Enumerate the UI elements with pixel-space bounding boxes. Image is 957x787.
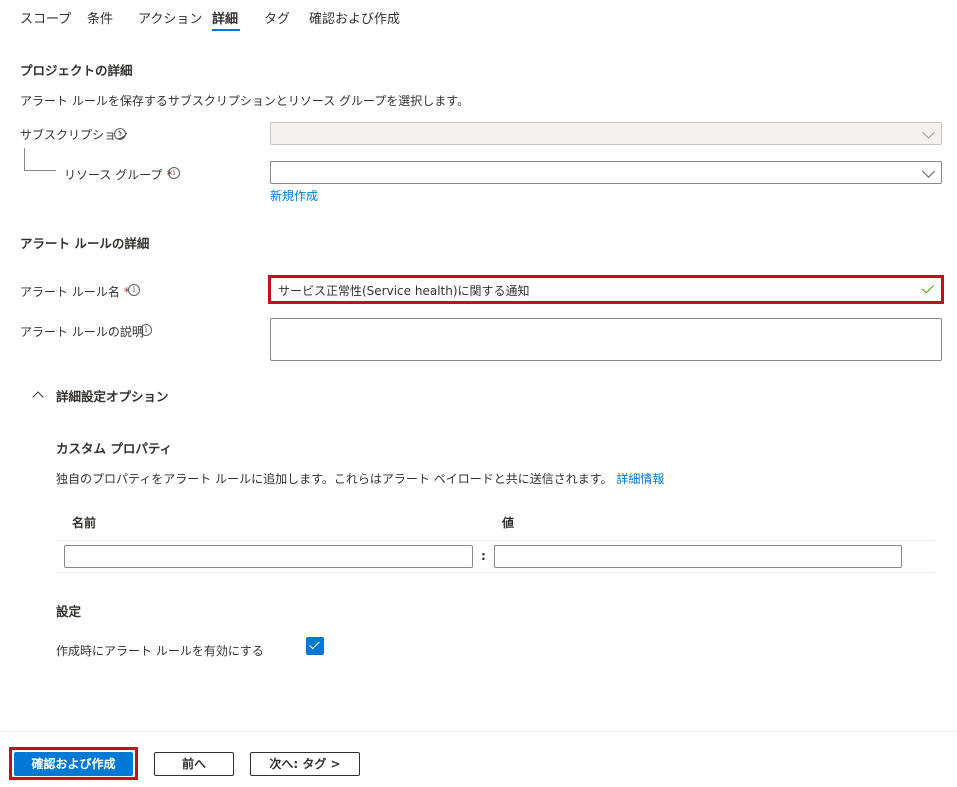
tab-review-create[interactable]: 確認および作成 [309,8,400,27]
alert-rule-name-input[interactable]: サービス正常性(Service health)に関する通知 [273,280,939,299]
resource-group-info-icon[interactable]: i [168,167,180,179]
valid-check-icon [921,281,935,294]
tree-connector-horizontal [24,170,56,171]
advanced-options-toggle[interactable]: 詳細設定オプション [56,386,169,405]
create-new-resource-group-link[interactable]: 新規作成 [270,187,318,204]
custom-property-name-input[interactable] [64,545,473,568]
resource-group-label: リソース グループ * [64,168,173,182]
tab-condition[interactable]: 条件 [87,8,113,27]
tab-actions[interactable]: アクション [138,8,202,27]
subscription-label: サブスクリプション [20,128,129,142]
subscription-info-icon[interactable]: i [114,128,126,140]
table-divider [56,540,935,541]
enable-on-creation-checkbox[interactable] [306,637,324,655]
enable-on-creation-label: 作成時にアラート ルールを有効にする [56,644,264,658]
custom-properties-title: カスタム プロパティ [56,441,173,456]
next-tags-button[interactable]: 次へ: タグ > [250,752,360,776]
chevron-down-icon [922,165,935,178]
alert-rule-name-label: アラート ルール名 * [20,285,130,299]
custom-properties-description: 独自のプロパティをアラート ルールに追加します。これらはアラート ペイロードと共… [56,472,665,486]
alert-rule-description-label: アラート ルールの説明 [20,325,144,339]
previous-button[interactable]: 前へ [154,752,234,776]
column-header-name: 名前 [72,516,97,530]
alert-rule-description-input[interactable] [270,318,942,361]
footer-divider [0,731,957,732]
active-tab-indicator [212,29,240,31]
project-details-title: プロジェクトの詳細 [20,63,133,78]
tab-details[interactable]: 詳細 [212,8,238,27]
alert-rule-name-value: サービス正常性(Service health)に関する通知 [278,284,530,298]
table-divider [56,572,935,573]
project-details-description: アラート ルールを保存するサブスクリプションとリソース グループを選択します。 [20,94,470,108]
resource-group-dropdown[interactable] [270,161,942,184]
subscription-dropdown[interactable] [270,122,942,145]
alert-rule-name-info-icon[interactable]: i [128,284,140,296]
tab-tags[interactable]: タグ [264,8,290,27]
tab-scope[interactable]: スコープ [20,8,71,27]
tree-connector-vertical [24,148,25,170]
learn-more-link[interactable]: 詳細情報 [616,472,664,486]
review-create-button[interactable]: 確認および作成 [14,752,133,776]
column-header-value: 値 [502,516,515,530]
chevron-down-icon [922,126,935,139]
key-value-separator: : [481,549,486,563]
alert-rule-description-info-icon[interactable]: i [140,324,152,336]
settings-title: 設定 [56,604,82,619]
custom-property-value-input[interactable] [494,545,902,568]
chevron-up-icon[interactable] [32,391,44,403]
alert-rule-details-title: アラート ルールの詳細 [20,236,150,251]
